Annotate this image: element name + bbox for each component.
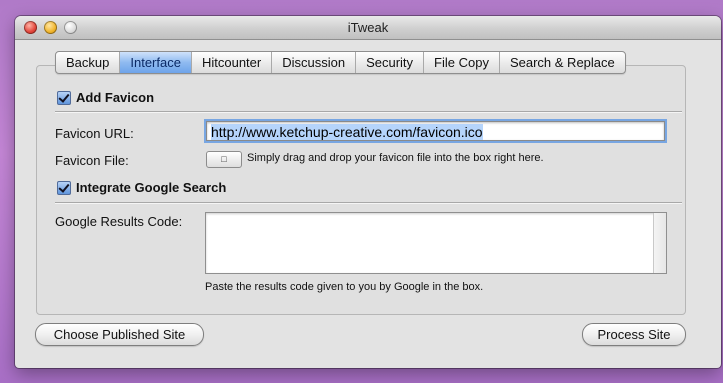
checkbox-checked-icon[interactable]: [57, 90, 71, 105]
add-favicon-label: Add Favicon: [76, 90, 155, 105]
add-favicon-checkbox[interactable]: Add Favicon: [57, 90, 154, 105]
title-bar[interactable]: iTweak: [15, 16, 721, 40]
tab-hitcounter[interactable]: Hitcounter: [192, 52, 273, 73]
favicon-url-input[interactable]: http://www.ketchup-creative.com/favicon.…: [204, 119, 667, 143]
favicon-file-hint: Simply drag and drop your favicon file i…: [247, 152, 544, 164]
file-drop-icon: □: [221, 154, 227, 164]
google-separator: [55, 202, 682, 204]
choose-published-site-button[interactable]: Choose Published Site: [35, 323, 204, 346]
google-results-label: Google Results Code:: [55, 214, 183, 229]
favicon-url-label: Favicon URL:: [55, 126, 134, 141]
window-title: iTweak: [347, 20, 389, 35]
google-results-hint: Paste the results code given to you by G…: [205, 281, 484, 293]
favicon-file-drop[interactable]: □: [206, 151, 242, 168]
integrate-google-checkbox[interactable]: Integrate Google Search: [57, 180, 226, 195]
tab-security[interactable]: Security: [356, 52, 425, 73]
google-results-textarea[interactable]: [205, 212, 667, 274]
tab-file-copy[interactable]: File Copy: [424, 52, 500, 73]
integrate-google-label: Integrate Google Search: [76, 180, 227, 195]
tab-bar: Backup Interface Hitcounter Discussion S…: [55, 51, 626, 74]
tab-discussion[interactable]: Discussion: [272, 52, 357, 73]
checkbox-checked-icon[interactable]: [57, 180, 71, 195]
textarea-scrollbar[interactable]: [653, 213, 666, 273]
tab-interface[interactable]: Interface: [120, 52, 192, 73]
tab-search-replace[interactable]: Search & Replace: [500, 52, 625, 73]
process-site-button[interactable]: Process Site: [582, 323, 686, 346]
favicon-url-value: http://www.ketchup-creative.com/favicon.…: [211, 124, 483, 140]
favicon-file-label: Favicon File:: [55, 153, 129, 168]
itweak-window: iTweak Backup Interface Hitcounter Discu…: [15, 16, 721, 368]
tab-backup[interactable]: Backup: [56, 52, 121, 73]
favicon-separator: [55, 111, 682, 113]
